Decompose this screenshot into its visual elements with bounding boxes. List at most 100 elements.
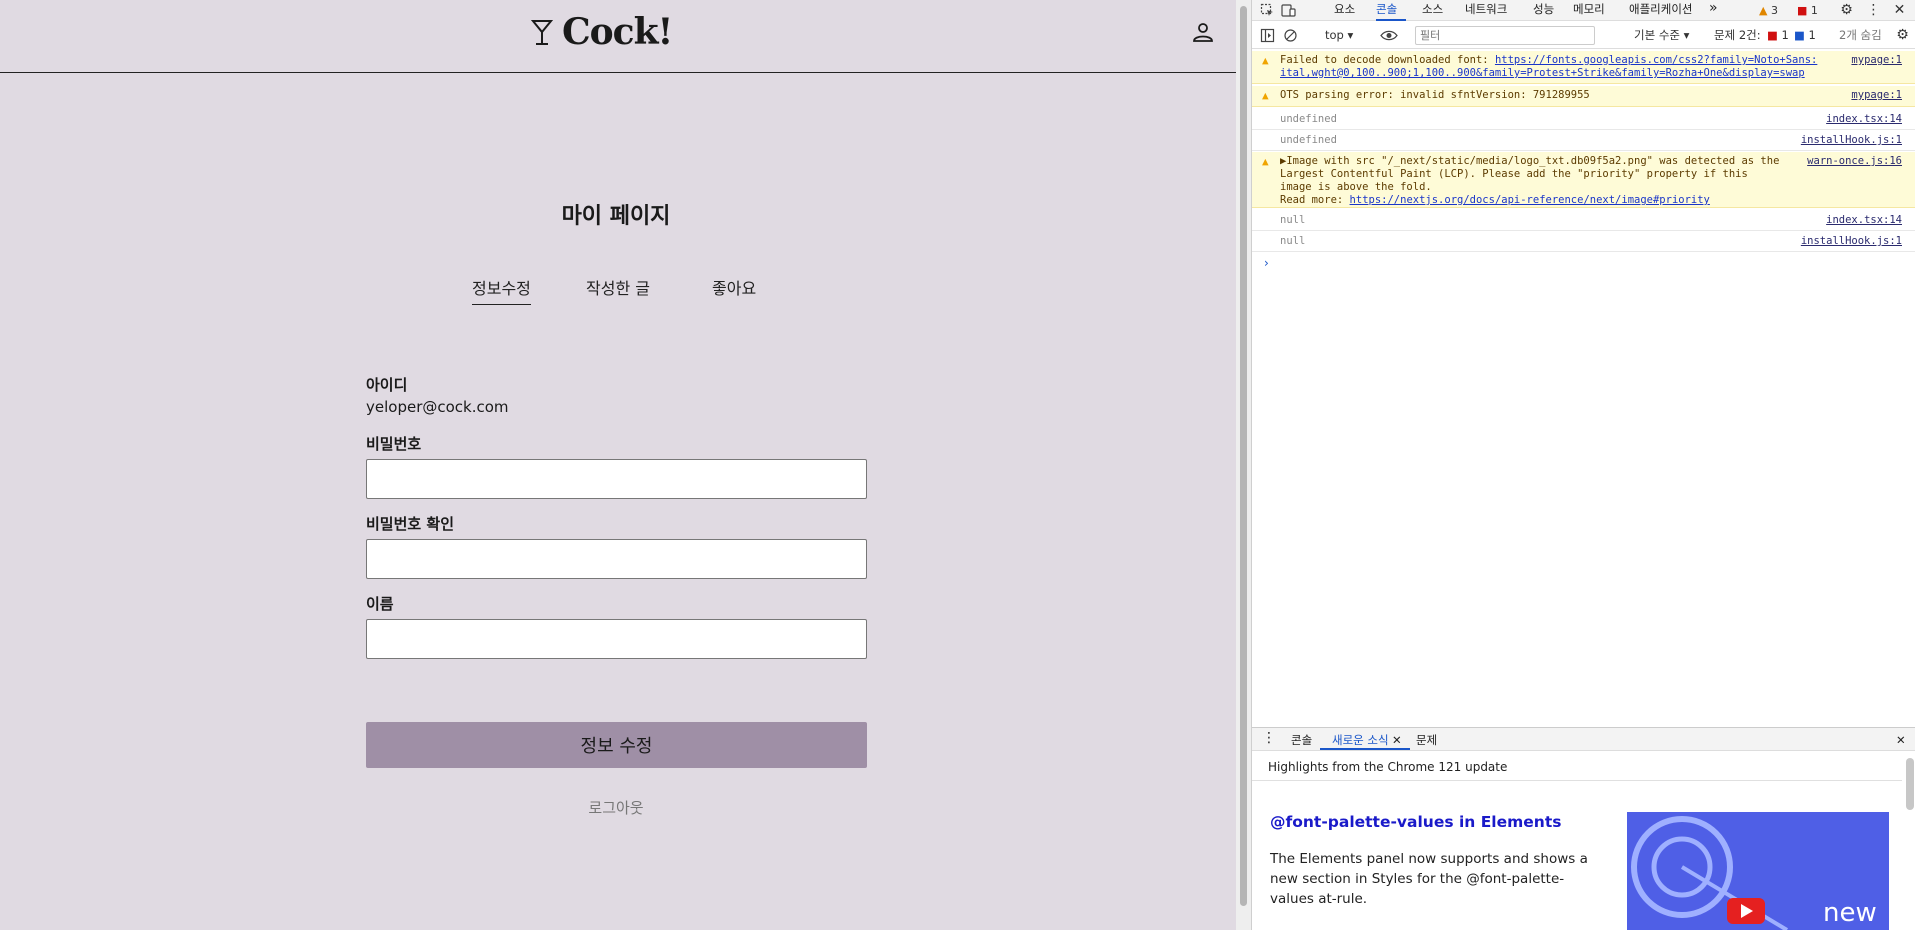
tab-my-posts[interactable]: 작성한 글 <box>586 275 650 304</box>
issues-label[interactable]: 문제 2건: <box>1714 27 1761 44</box>
drawer-tab-whats-new[interactable]: 새로운 소식 <box>1332 732 1389 748</box>
settings-gear-icon[interactable]: ⚙ <box>1839 3 1854 18</box>
console-toolbar: top ▾ 기본 수준 ▾ 문제 2건: ■ 1 ■ 1 2개 숨김 ⚙ <box>1252 23 1915 49</box>
log-level-selector[interactable]: 기본 수준 ▾ <box>1634 27 1689 44</box>
warning-icon: ▲ <box>1759 4 1768 17</box>
warning-icon: ▲ <box>1262 54 1269 67</box>
tab-edit-info[interactable]: 정보수정 <box>472 275 531 305</box>
scrollbar-thumb[interactable] <box>1240 6 1247 906</box>
inspect-element-icon[interactable] <box>1260 3 1275 18</box>
devtools-panel: 요소 콘솔 소스 네트워크 성능 메모리 애플리케이션 » ▲ 3 ■ 1 ⚙ … <box>1251 0 1915 930</box>
update-info-button[interactable]: 정보 수정 <box>366 722 867 768</box>
message-source-link[interactable]: index.tsx:14 <box>1826 214 1902 227</box>
message-text: ▶Image with src "/_next/static/media/log… <box>1280 155 1780 193</box>
console-message[interactable]: undefined index.tsx:14 <box>1252 110 1915 130</box>
issue-error-icon: ■ <box>1767 28 1778 42</box>
news-description: The Elements panel now supports and show… <box>1270 851 1588 907</box>
console-message[interactable]: ▲ ▶Image with src "/_next/static/media/l… <box>1252 152 1915 208</box>
message-text: undefined <box>1280 113 1337 125</box>
more-tabs-icon[interactable]: » <box>1709 0 1718 21</box>
close-tab-icon[interactable]: ✕ <box>1392 732 1402 748</box>
user-icon[interactable] <box>1191 20 1215 44</box>
issues-error-badge[interactable]: ■ 1 <box>1767 27 1789 44</box>
divider <box>1252 780 1902 781</box>
issues-error-count: 1 <box>1781 28 1789 42</box>
devtools-tab-console[interactable]: 콘솔 <box>1376 0 1406 21</box>
name-field[interactable] <box>366 619 867 659</box>
warning-icon: ▲ <box>1262 155 1269 168</box>
error-icon: ■ <box>1797 4 1808 17</box>
web-page: Cock! 마이 페이지 정보수정 작성한 글 좋아요 아이디 yeloper@… <box>0 0 1236 930</box>
site-logo[interactable]: Cock! <box>530 11 673 53</box>
drawer-tabbar: ⋮ 콘솔 새로운 소식 ✕ 문제 ✕ <box>1252 727 1915 751</box>
warnings-count: 3 <box>1770 4 1778 17</box>
clear-console-icon[interactable] <box>1283 28 1298 43</box>
password-confirm-field[interactable] <box>366 539 867 579</box>
password-label: 비밀번호 <box>366 435 422 453</box>
issues-info-count: 1 <box>1808 28 1816 42</box>
password-field[interactable] <box>366 459 867 499</box>
device-toolbar-icon[interactable] <box>1281 3 1296 18</box>
page-title: 마이 페이지 <box>561 204 671 229</box>
page-scrollbar[interactable] <box>1236 0 1251 930</box>
drawer-scrollbar[interactable] <box>1906 758 1914 810</box>
news-video-thumbnail[interactable]: new <box>1627 812 1889 930</box>
console-message[interactable]: ▲ Failed to decode downloaded font: http… <box>1252 51 1915 84</box>
devtools-tab-network[interactable]: 네트워크 <box>1465 0 1507 21</box>
logo-text: Cock! <box>562 11 673 53</box>
context-selector[interactable]: top ▾ <box>1325 27 1353 44</box>
devtools-tab-application[interactable]: 애플리케이션 <box>1629 0 1692 21</box>
message-text: OTS parsing error: invalid sfntVersion: … <box>1280 89 1590 101</box>
eye-icon[interactable] <box>1380 28 1398 43</box>
devtools-tab-sources[interactable]: 소스 <box>1422 0 1443 21</box>
docs-link[interactable]: https://nextjs.org/docs/api-reference/ne… <box>1350 194 1710 206</box>
warning-icon: ▲ <box>1262 89 1269 102</box>
drawer-tab-issues[interactable]: 문제 <box>1416 732 1437 748</box>
message-source-link[interactable]: mypage:1 <box>1851 89 1902 102</box>
close-devtools-icon[interactable]: ✕ <box>1892 3 1907 18</box>
message-source-link[interactable]: mypage:1 <box>1851 54 1902 67</box>
drawer-menu-icon[interactable]: ⋮ <box>1262 730 1276 746</box>
devtools-tab-elements[interactable]: 요소 <box>1334 0 1355 21</box>
logout-link[interactable]: 로그아웃 <box>0 797 1232 818</box>
errors-count: 1 <box>1810 4 1818 17</box>
devtools-tabbar: 요소 콘솔 소스 네트워크 성능 메모리 애플리케이션 » ▲ 3 ■ 1 ⚙ … <box>1252 0 1915 21</box>
console-message[interactable]: undefined installHook.js:1 <box>1252 131 1915 151</box>
name-label: 이름 <box>366 595 394 613</box>
console-prompt[interactable]: › <box>1264 256 1269 270</box>
news-header: Highlights from the Chrome 121 update <box>1268 760 1508 774</box>
sidebar-toggle-icon[interactable] <box>1260 28 1275 43</box>
errors-badge[interactable]: ■ 1 <box>1797 3 1818 18</box>
thumbnail-label: new <box>1823 898 1877 928</box>
message-source-link[interactable]: installHook.js:1 <box>1801 235 1902 248</box>
console-settings-gear-icon[interactable]: ⚙ <box>1895 28 1910 43</box>
console-message[interactable]: ▲ OTS parsing error: invalid sfntVersion… <box>1252 86 1915 107</box>
console-message[interactable]: null installHook.js:1 <box>1252 232 1915 252</box>
kebab-menu-icon[interactable]: ⋮ <box>1866 3 1881 18</box>
read-more-label: Read more: <box>1280 194 1350 206</box>
message-text: Failed to decode downloaded font: <box>1280 54 1495 66</box>
message-source-link[interactable]: warn-once.js:16 <box>1807 155 1902 168</box>
id-value: yeloper@cock.com <box>366 398 509 416</box>
id-label: 아이디 <box>366 376 408 394</box>
devtools-tab-performance[interactable]: 성능 <box>1533 0 1554 21</box>
issues-info-badge[interactable]: ■ 1 <box>1794 27 1816 44</box>
console-message[interactable]: null index.tsx:14 <box>1252 211 1915 231</box>
drawer-tab-console[interactable]: 콘솔 <box>1291 732 1312 748</box>
console-filter-input[interactable] <box>1415 26 1595 45</box>
active-tab-indicator <box>1320 748 1410 750</box>
devtools-tab-memory[interactable]: 메모리 <box>1573 0 1605 21</box>
cocktail-glass-icon <box>530 20 554 45</box>
message-text: null <box>1280 235 1306 247</box>
message-text: undefined <box>1280 134 1337 146</box>
message-source-link[interactable]: installHook.js:1 <box>1801 134 1902 147</box>
site-header: Cock! <box>0 0 1236 73</box>
message-text: null <box>1280 214 1306 226</box>
password-confirm-label: 비밀번호 확인 <box>366 515 455 533</box>
warnings-badge[interactable]: ▲ 3 <box>1759 3 1778 18</box>
news-title-link[interactable]: @font-palette-values in Elements <box>1270 813 1561 831</box>
issue-info-icon: ■ <box>1794 28 1805 42</box>
message-source-link[interactable]: index.tsx:14 <box>1826 113 1902 126</box>
tab-likes[interactable]: 좋아요 <box>712 275 756 304</box>
close-drawer-icon[interactable]: ✕ <box>1896 732 1906 748</box>
